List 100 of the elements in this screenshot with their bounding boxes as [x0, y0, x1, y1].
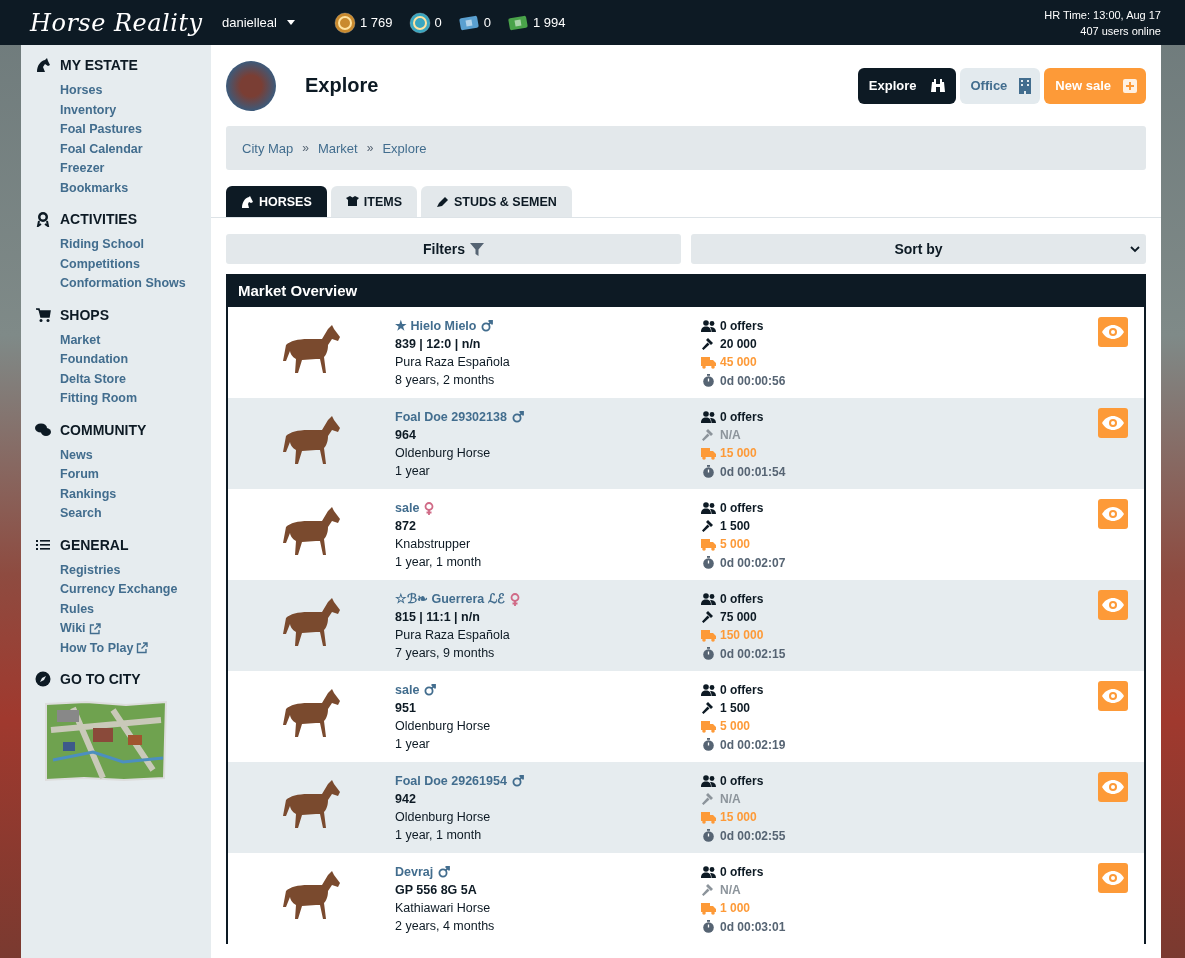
horse-name-link[interactable]: Devraj: [395, 863, 434, 881]
stopwatch-icon: [701, 829, 716, 843]
horse-name-link[interactable]: ☆ℬ❧ Guerrera ℒℰ: [395, 590, 505, 608]
sidebar-link[interactable]: Search: [60, 504, 211, 524]
sidebar-link[interactable]: Horses: [60, 81, 211, 101]
sidebar-link[interactable]: Fitting Room: [60, 389, 211, 409]
tab[interactable]: HORSES: [226, 186, 327, 217]
eye-icon: [1102, 598, 1124, 612]
currency-amount: 1 769: [360, 15, 393, 30]
sidebar-link[interactable]: Rules: [60, 599, 211, 619]
tab[interactable]: STUDS & SEMEN: [421, 186, 572, 217]
sidebar-heading[interactable]: MY ESTATE: [60, 57, 138, 73]
offers-count: 0 offers: [720, 591, 764, 608]
bid-amount: 1 500: [720, 518, 751, 536]
view-button[interactable]: [1098, 317, 1128, 347]
currency-amount: 0: [434, 15, 442, 30]
truck-icon: [701, 629, 716, 642]
sidebar-link[interactable]: Wiki: [60, 619, 211, 639]
horse-icon: [35, 57, 51, 73]
bid-amount: N/A: [720, 882, 741, 900]
sidebar-heading[interactable]: ACTIVITIES: [60, 211, 137, 227]
sidebar-link[interactable]: How To Play: [60, 638, 211, 658]
bid-amount: 1 500: [720, 700, 751, 718]
sidebar-link[interactable]: News: [60, 445, 211, 465]
buyout-price: 45 000: [720, 354, 757, 372]
sidebar-link[interactable]: Foal Pastures: [60, 120, 211, 140]
buyout-price: 5 000: [720, 718, 751, 736]
horse-breed: Oldenburg Horse: [395, 809, 492, 826]
eye-icon: [1102, 416, 1124, 430]
dp-currency-icon: [408, 11, 431, 34]
sidebar-link[interactable]: Market: [60, 330, 211, 350]
sidebar-link[interactable]: Registries: [60, 560, 211, 580]
horse-name-link[interactable]: Foal Doe 29302138: [395, 408, 507, 426]
sidebar-heading[interactable]: COMMUNITY: [60, 421, 147, 438]
horse-age: 1 year, 1 month: [395, 827, 483, 844]
stopwatch-icon: [701, 556, 716, 570]
horse-stats: 951: [395, 700, 417, 717]
sidebar-heading[interactable]: GENERAL: [60, 536, 129, 553]
breadcrumb-separator: »: [302, 141, 309, 155]
sidebar-heading[interactable]: GO TO CITY: [60, 671, 141, 687]
horse-stats: GP 556 8G 5A: [395, 882, 478, 899]
users-icon: [701, 775, 716, 788]
external-link-icon: [136, 642, 149, 655]
explore-button[interactable]: Explore: [857, 67, 956, 104]
sidebar-link[interactable]: Freezer: [60, 159, 211, 179]
user-menu[interactable]: danielleal: [222, 15, 334, 30]
view-button[interactable]: [1098, 681, 1128, 711]
horse-name-link[interactable]: Foal Doe 29261954: [395, 772, 507, 790]
view-button[interactable]: [1098, 590, 1128, 620]
breadcrumb-link[interactable]: Explore: [382, 140, 427, 156]
sidebar-link[interactable]: Foundation: [60, 350, 211, 370]
office-button[interactable]: Office: [959, 67, 1041, 104]
truck-icon: [701, 447, 716, 460]
sidebar-link[interactable]: Riding School: [60, 235, 211, 255]
page-title: Explore: [305, 74, 379, 97]
sidebar-link[interactable]: Competitions: [60, 254, 211, 274]
currency-amount: 0: [483, 15, 491, 30]
sidebar-link[interactable]: Foal Calendar: [60, 139, 211, 159]
view-button[interactable]: [1098, 408, 1128, 438]
logo[interactable]: Horse Reality: [30, 8, 222, 37]
buyout-price: 5 000: [720, 536, 751, 554]
horse-stats: 942: [395, 791, 417, 808]
offers-count: 0 offers: [720, 682, 764, 699]
sidebar-link[interactable]: Currency Exchange: [60, 580, 211, 600]
horse-name-link[interactable]: sale: [395, 499, 420, 517]
city-map-drawing[interactable]: [43, 700, 169, 782]
users-icon: [701, 593, 716, 606]
filters-button[interactable]: Filters: [226, 234, 681, 264]
users-icon: [701, 502, 716, 515]
truck-icon: [701, 356, 716, 369]
panel-header: Market Overview: [228, 274, 1144, 307]
sidebar-link[interactable]: Delta Store: [60, 369, 211, 389]
horse-age: 8 years, 2 months: [395, 372, 496, 389]
building-icon: [1019, 77, 1032, 94]
view-button[interactable]: [1098, 772, 1128, 802]
sidebar-link[interactable]: Inventory: [60, 100, 211, 120]
breadcrumb-link[interactable]: City Map: [242, 140, 294, 156]
breadcrumb-link[interactable]: Market: [318, 140, 358, 156]
sidebar-link[interactable]: Conformation Shows: [60, 274, 211, 294]
horse-name-link[interactable]: sale: [395, 681, 420, 699]
offers-count: 0 offers: [720, 773, 764, 790]
time-remaining: 0d 00:00:56: [720, 372, 786, 390]
sort-dropdown[interactable]: Sort by: [691, 234, 1146, 264]
horse-breed: Pura Raza Española: [395, 627, 511, 644]
horse-icon: [241, 195, 254, 208]
users-icon: [701, 411, 716, 424]
users-icon: [701, 320, 716, 333]
sidebar-link[interactable]: Rankings: [60, 484, 211, 504]
horse-name-link[interactable]: ★ Hielo Mielo: [395, 317, 477, 335]
view-button[interactable]: [1098, 863, 1128, 893]
horse-stats: 815 | 11:1 | n/n: [395, 609, 481, 626]
sidebar-heading[interactable]: SHOPS: [60, 306, 109, 323]
view-button[interactable]: [1098, 499, 1128, 529]
offers-count: 0 offers: [720, 500, 764, 517]
buyout-price: 150 000: [720, 627, 764, 645]
tab[interactable]: ITEMS: [330, 186, 417, 217]
cart-icon: [35, 306, 51, 323]
sidebar-link[interactable]: Bookmarks: [60, 178, 211, 198]
buyout-price: 15 000: [720, 445, 757, 463]
sidebar-link[interactable]: Forum: [60, 465, 211, 485]
